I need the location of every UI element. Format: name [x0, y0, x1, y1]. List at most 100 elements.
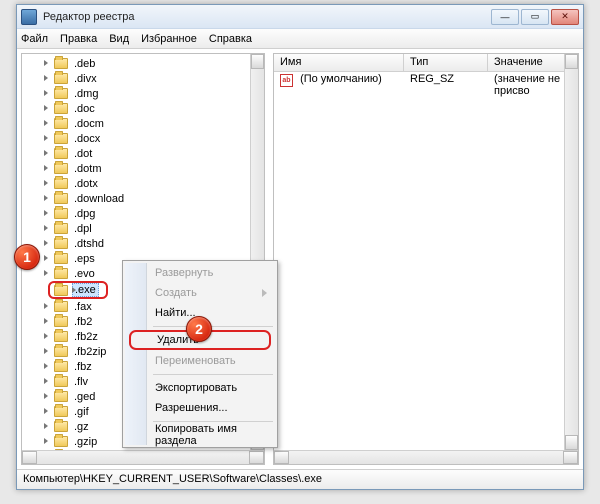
tree-node[interactable]: .divx	[22, 71, 250, 86]
folder-icon	[54, 178, 68, 189]
folder-icon	[54, 285, 68, 296]
folder-icon	[54, 103, 68, 114]
values-header: Имя Тип Значение	[274, 54, 578, 72]
folder-icon	[54, 238, 68, 249]
tree-node-label: .gif	[72, 406, 91, 418]
tree-node[interactable]: .dmg	[22, 86, 250, 101]
tree-node[interactable]: .docx	[22, 131, 250, 146]
folder-icon	[54, 253, 68, 264]
ctx-export[interactable]: Экспортировать	[125, 378, 275, 398]
window-title: Редактор реестра	[43, 11, 489, 23]
tree-node[interactable]: .dpg	[22, 206, 250, 221]
folder-icon	[54, 268, 68, 279]
tree-node[interactable]: .dotm	[22, 161, 250, 176]
folder-icon	[54, 88, 68, 99]
string-value-icon: ab	[280, 74, 293, 87]
tree-node-label: .divx	[72, 73, 99, 85]
tree-node[interactable]: .doc	[22, 101, 250, 116]
tree-node-label: .evo	[72, 268, 97, 280]
folder-icon	[54, 73, 68, 84]
menu-edit[interactable]: Правка	[60, 33, 97, 45]
folder-icon	[54, 421, 68, 432]
tree-node-label: .dmg	[72, 88, 100, 100]
tree-node-label: .fb2	[72, 316, 94, 328]
folder-icon	[54, 301, 68, 312]
values-pane: Имя Тип Значение ab (По умолчанию) REG_S…	[273, 53, 579, 465]
folder-icon	[54, 193, 68, 204]
tree-node[interactable]: .dtshd	[22, 236, 250, 251]
tree-node-label: .fax	[72, 301, 94, 313]
folder-icon	[54, 391, 68, 402]
folder-icon	[54, 223, 68, 234]
tree-scrollbar-horizontal[interactable]	[22, 450, 264, 464]
tree-node-label: .dpg	[72, 208, 97, 220]
values-scrollbar-horizontal[interactable]	[274, 450, 578, 464]
ctx-rename[interactable]: Переименовать	[125, 351, 275, 371]
titlebar[interactable]: Редактор реестра — ▭ ✕	[17, 5, 583, 29]
tree-node[interactable]: .download	[22, 191, 250, 206]
ctx-permissions[interactable]: Разрешения...	[125, 398, 275, 418]
close-button[interactable]: ✕	[551, 9, 579, 25]
menubar: Файл Правка Вид Избранное Справка	[17, 29, 583, 49]
status-path: Компьютер\HKEY_CURRENT_USER\Software\Cla…	[23, 473, 322, 485]
menu-view[interactable]: Вид	[109, 33, 129, 45]
tree-node-label: .fb2z	[72, 331, 100, 343]
context-menu: Развернуть Создать Найти... Удалить Пере…	[122, 260, 278, 448]
menu-file[interactable]: Файл	[21, 33, 48, 45]
maximize-button[interactable]: ▭	[521, 9, 549, 25]
regedit-icon	[21, 9, 37, 25]
tree-node[interactable]: .dpl	[22, 221, 250, 236]
folder-icon	[54, 376, 68, 387]
ctx-create[interactable]: Создать	[125, 283, 275, 303]
value-name: (По умолчанию)	[300, 73, 382, 85]
tree-node-label: .fb2zip	[72, 346, 108, 358]
col-name[interactable]: Имя	[274, 54, 404, 71]
value-row[interactable]: ab (По умолчанию) REG_SZ (значение не пр…	[274, 72, 578, 88]
folder-icon	[54, 346, 68, 357]
tree-node-label: .docx	[72, 133, 102, 145]
folder-icon	[54, 316, 68, 327]
statusbar: Компьютер\HKEY_CURRENT_USER\Software\Cla…	[17, 469, 583, 489]
tree-node-label: .download	[72, 193, 126, 205]
values-scrollbar-vertical[interactable]	[564, 54, 578, 450]
tree-node-label: .docm	[72, 118, 106, 130]
annotation-2: 2	[186, 316, 212, 342]
folder-icon	[54, 148, 68, 159]
tree-node-label: .dot	[72, 148, 94, 160]
tree-node-label: .dotx	[72, 178, 100, 190]
menu-favorites[interactable]: Избранное	[141, 33, 197, 45]
folder-icon	[54, 331, 68, 342]
folder-icon	[54, 133, 68, 144]
tree-node-label: .gz	[72, 421, 91, 433]
tree-node-label: .doc	[72, 103, 97, 115]
tree-node-label: .ged	[72, 391, 97, 403]
folder-icon	[54, 163, 68, 174]
tree-node-label: .eps	[72, 253, 97, 265]
folder-icon	[54, 58, 68, 69]
minimize-button[interactable]: —	[491, 9, 519, 25]
value-type: REG_SZ	[404, 73, 488, 88]
tree-node[interactable]: .dotx	[22, 176, 250, 191]
tree-node-label: .fbz	[72, 361, 94, 373]
folder-icon	[54, 436, 68, 447]
col-type[interactable]: Тип	[404, 54, 488, 71]
annotation-1: 1	[14, 244, 40, 270]
tree-node[interactable]: .dot	[22, 146, 250, 161]
tree-node-label: .dpl	[72, 223, 94, 235]
folder-icon	[54, 208, 68, 219]
tree-node-label: .dotm	[72, 163, 104, 175]
tree-node-label: .flv	[72, 376, 90, 388]
folder-icon	[54, 361, 68, 372]
ctx-copy-key-name[interactable]: Копировать имя раздела	[125, 425, 275, 445]
tree-node[interactable]: .docm	[22, 116, 250, 131]
tree-node[interactable]: .deb	[22, 56, 250, 71]
menu-help[interactable]: Справка	[209, 33, 252, 45]
tree-node-label: .deb	[72, 58, 97, 70]
tree-node-label: .dtshd	[72, 238, 106, 250]
tree-node-selected[interactable]: .exe	[48, 281, 108, 299]
folder-icon	[54, 406, 68, 417]
tree-node-label: .gzip	[72, 436, 99, 448]
folder-icon	[54, 118, 68, 129]
tree-node-label: .exe	[72, 283, 99, 297]
ctx-expand[interactable]: Развернуть	[125, 263, 275, 283]
